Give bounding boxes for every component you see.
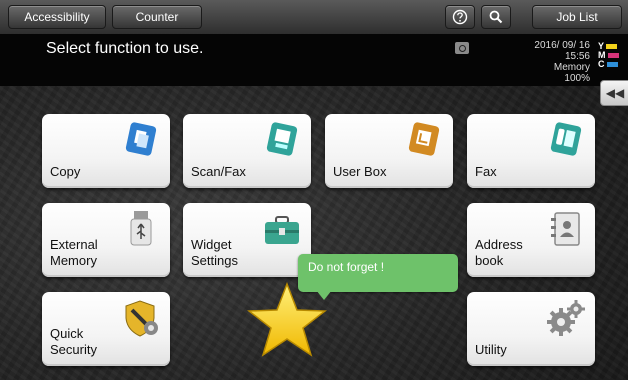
scan-fax-icon [266,122,298,156]
star-icon[interactable] [247,282,327,358]
search-button[interactable] [481,5,511,29]
fax-icon [550,122,582,156]
fax-tile[interactable]: Fax [467,114,595,188]
lock-icon [455,42,469,54]
scan-fax-tile[interactable]: Scan/Fax [183,114,311,188]
shield-gear-icon [125,300,158,337]
help-icon [452,9,468,25]
quick-security-tile[interactable]: Quick Security [42,292,170,366]
toner-levels: Y M C [598,42,624,69]
status-readout: 2016/ 09/ 16 15:56 Memory 100% [534,40,590,84]
top-bar: Accessibility Counter Job List [0,0,628,35]
scan-fax-label: Scan/Fax [191,164,246,179]
user-box-icon [408,122,440,156]
job-list-button[interactable]: Job List [532,5,622,29]
gears-icon [547,300,585,336]
toner-cyan: C [598,60,624,69]
widget-settings-tile[interactable]: Widget Settings [183,203,311,277]
help-button[interactable] [445,5,475,29]
fax-label: Fax [475,164,497,179]
widget-settings-label: Widget Settings [191,237,238,268]
side-panel-toggle[interactable]: ◀◀ [600,80,628,106]
user-box-tile[interactable]: User Box [325,114,453,188]
address-book-tile[interactable]: Address book [467,203,595,277]
status-date: 2016/ 09/ 16 [534,40,590,51]
accessibility-button[interactable]: Accessibility [8,5,106,29]
reminder-text: Do not forget ! [308,260,385,274]
utility-label: Utility [475,342,507,357]
control-panel-screen: Accessibility Counter Job List Select fu… [0,0,628,380]
address-book-icon [551,212,580,246]
usb-icon [130,211,152,246]
external-memory-tile[interactable]: External Memory [42,203,170,277]
status-time: 15:56 [564,51,590,62]
external-memory-label: External Memory [50,237,98,268]
toolbox-icon [265,216,299,244]
status-memory-value: 100% [564,73,590,84]
status-memory-label: Memory [553,62,590,73]
instruction-message: Select function to use. [46,40,204,57]
search-icon [489,10,503,24]
copy-icon [125,122,157,156]
user-box-label: User Box [333,164,387,179]
utility-tile[interactable]: Utility [467,292,595,366]
copy-label: Copy [50,164,81,179]
counter-button[interactable]: Counter [112,5,202,29]
copy-tile[interactable]: Copy [42,114,170,188]
quick-security-label: Quick Security [50,326,97,357]
address-book-label: Address book [475,237,523,268]
